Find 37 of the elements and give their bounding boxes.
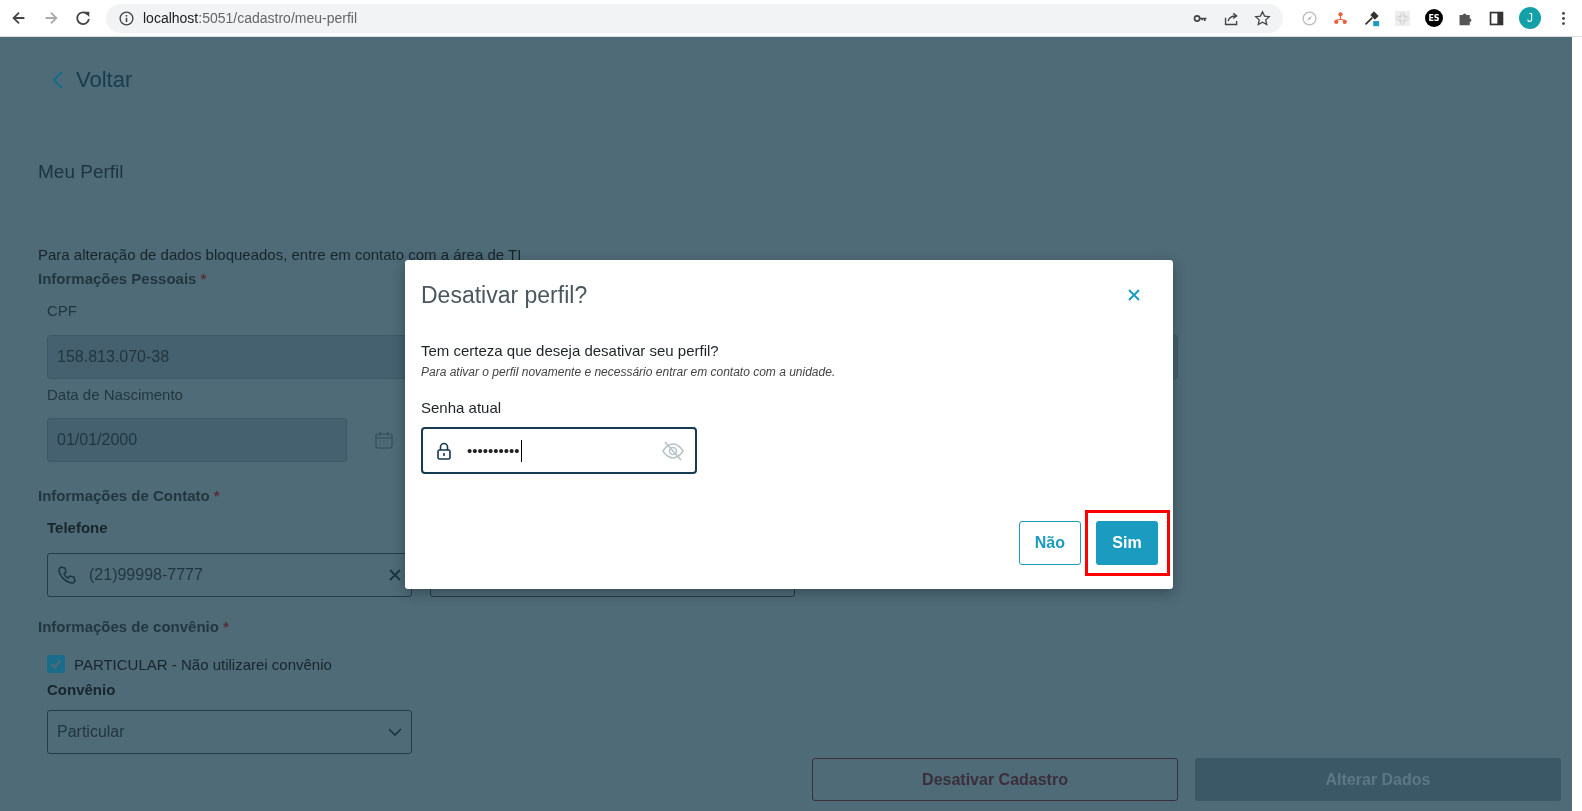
address-bar[interactable]: localhost:5051/cadastro/meu-perfil	[106, 3, 1283, 33]
password-field[interactable]: ••••••••••	[421, 427, 697, 474]
section-heading: Informações de convênio *	[38, 618, 229, 636]
select-field[interactable]: Particular	[47, 710, 412, 754]
checkbox[interactable]	[47, 655, 65, 673]
section-heading: Informações de Contato *	[38, 487, 220, 505]
dialog-button[interactable]: Não	[1018, 521, 1081, 565]
dialog-title: Desativar perfil?	[421, 281, 588, 309]
section-heading: Informações Pessoais *	[38, 270, 207, 288]
field-label: Data de Nascimento	[47, 386, 183, 404]
text-cursor	[520, 439, 522, 462]
network-icon[interactable]	[1332, 9, 1349, 27]
field-label: Senha atual	[421, 399, 503, 416]
chevron-down-icon	[388, 725, 402, 739]
page-title: Meu Perfil	[38, 161, 124, 183]
phone-field[interactable]: (21)99998-7777	[47, 553, 412, 597]
field-label: CPF	[47, 302, 77, 320]
form-button[interactable]: Desativar Cadastro	[812, 758, 1178, 801]
extension-badge[interactable]: ES	[1425, 9, 1443, 27]
info-icon[interactable]	[118, 9, 135, 27]
phone-icon	[57, 565, 77, 585]
back-link[interactable]: Voltar	[52, 65, 133, 95]
lock-icon	[434, 440, 454, 461]
field-label: Telefone	[47, 519, 108, 537]
notice-text: Para alteração de dados bloqueados, entre em contato com a área de TI	[38, 246, 522, 264]
star-icon[interactable]	[1254, 9, 1271, 27]
dialog-note: Para ativar o perfil novamente e necessário entrar em contato com a unidade.	[421, 365, 837, 379]
url-text: localhost:5051/cadastro/meu-perfil	[143, 10, 358, 26]
clear-icon[interactable]	[388, 568, 402, 582]
close-icon[interactable]	[1127, 288, 1141, 302]
field-label: Convênio	[47, 681, 116, 699]
profile-avatar[interactable]: J	[1519, 7, 1541, 29]
reload-icon[interactable]	[74, 9, 92, 27]
dialog-question: Tem certeza que deseja desativar seu perfil?	[421, 342, 720, 359]
checkbox-label: PARTICULAR - Não utilizarei convênio	[74, 655, 332, 673]
side-panel-icon[interactable]	[1488, 9, 1505, 27]
dialog-button[interactable]: Sim	[1096, 521, 1158, 565]
